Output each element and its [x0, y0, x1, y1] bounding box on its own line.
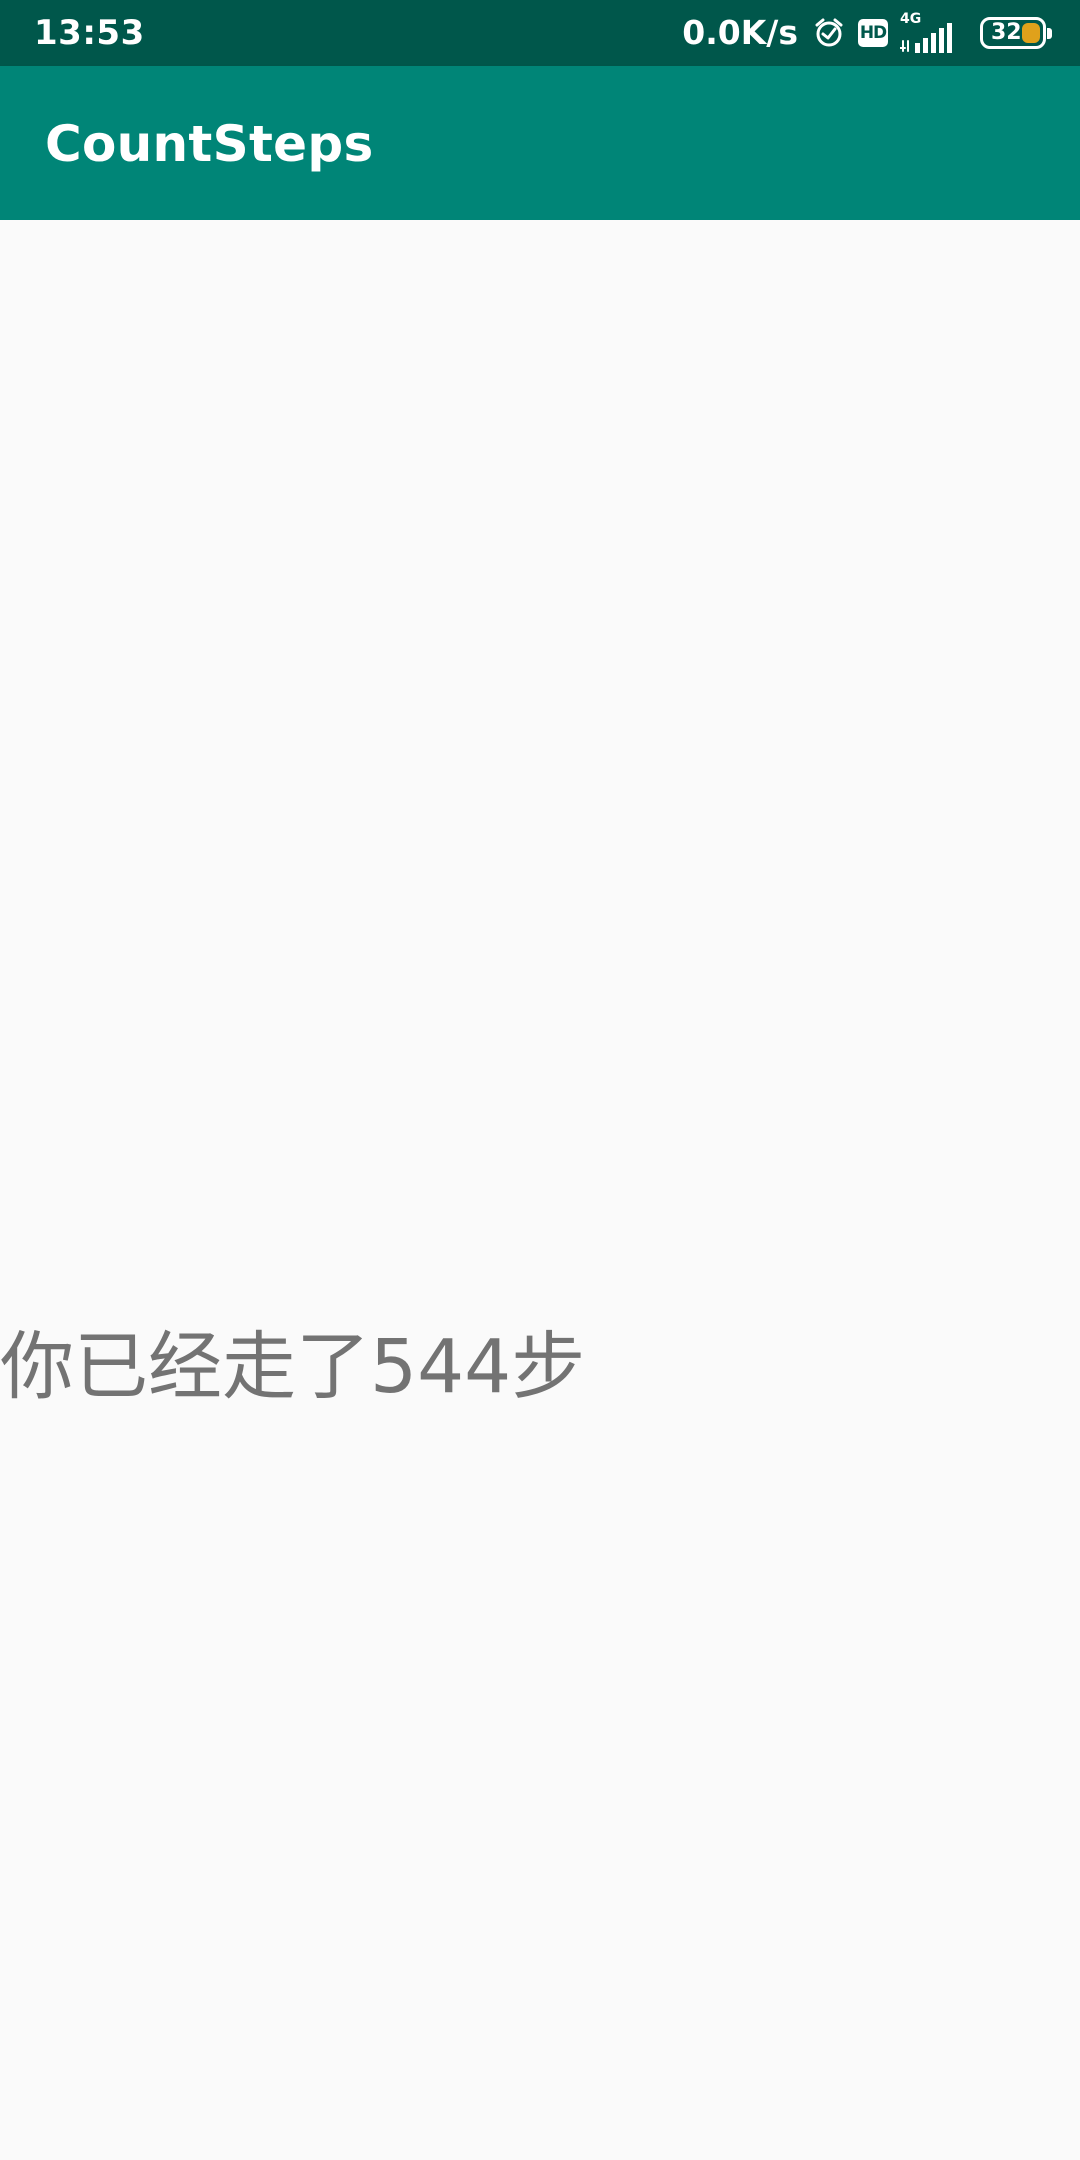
battery-icon: 32	[980, 17, 1052, 49]
hd-icon: HD	[858, 19, 888, 47]
app-bar: CountSteps	[0, 66, 1080, 220]
battery-tip	[1047, 28, 1052, 39]
app-title: CountSteps	[45, 115, 374, 173]
cellular-signal-icon: 4G	[900, 11, 958, 53]
step-count-text: 你已经走了544步	[0, 1324, 586, 1410]
status-bar: 13:53 0.0K/s HD 4G 32	[0, 0, 1080, 66]
battery-level: 32	[991, 20, 1022, 45]
network-speed: 0.0K/s	[682, 13, 798, 52]
battery-fill	[1022, 23, 1040, 43]
status-time: 13:53	[34, 13, 145, 53]
main-content: 你已经走了544步	[0, 220, 1080, 2160]
phone-screen: 13:53 0.0K/s HD 4G 32 CountSteps 你已经走了54…	[0, 0, 1080, 2160]
alarm-clock-icon	[812, 16, 846, 50]
status-icons: 0.0K/s HD 4G 32	[682, 10, 1052, 56]
network-type-label: 4G	[900, 11, 922, 27]
